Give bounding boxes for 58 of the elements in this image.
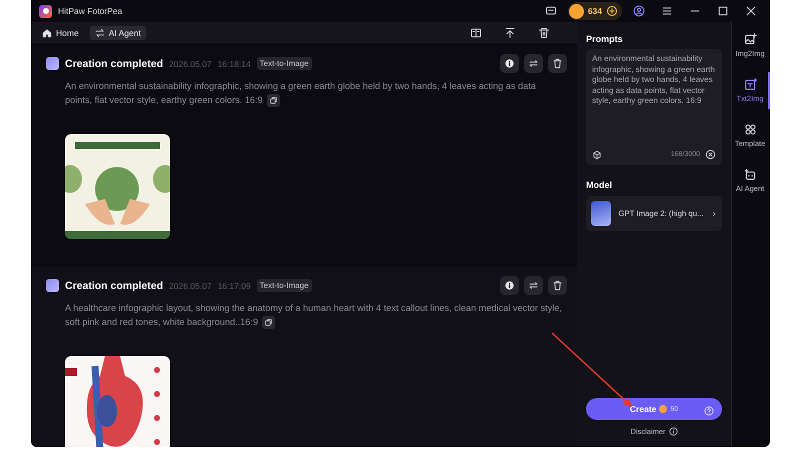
upload-icon [504,26,516,38]
date-text: 2026.05.07 [169,280,212,291]
swap-arrows-icon [528,58,540,69]
type-tag: Text-to-Image [256,57,312,70]
trash-icon [538,26,550,38]
model-thumbnail [591,201,612,226]
menu-icon [661,5,673,17]
text-image-icon [744,78,757,91]
globe-hands-picture[interactable] [65,134,170,240]
chevron-right-icon [710,210,718,218]
prompt-text: An environmental sustainability infographic, showing a green earth globe held by two hands, 4 leaves acting as data points, flat vector style, earthy green colors. 16:9 [65,79,565,108]
app-logo-icon [39,4,52,18]
maximize-icon [717,5,729,17]
delete-button[interactable] [548,54,568,73]
status-title: Creation completed [65,280,164,292]
regenerate-button[interactable] [524,276,544,296]
close-icon [745,5,757,17]
info-button[interactable] [500,54,520,73]
compare-icon [470,26,482,38]
info-icon [504,280,516,292]
add-coins-icon [606,5,618,17]
home-icon [42,28,52,38]
help-icon [704,406,714,416]
coin-icon [659,405,668,413]
status-title: Creation completed [65,58,164,70]
copy-icon [268,96,278,106]
prompt-text: A healthcare infographic layout, showing the anatomy of a human heart with 4 text callout lines, clean medical vector style, soft pink and red tones, white background..16:9 [65,302,563,330]
copy-button[interactable] [262,316,276,330]
grid-icon [744,123,757,136]
swap-icon [94,28,105,38]
prompts-heading: Prompts [586,34,624,44]
trash-icon [552,280,564,292]
copy-button[interactable] [266,94,280,108]
time-text: 16:18:14 [218,58,251,68]
regenerate-button[interactable] [524,54,544,73]
model-heading: Model [586,180,614,190]
result-avatar-icon [46,279,59,292]
info-icon [504,58,516,69]
clear-icon [705,149,716,160]
robot-icon [744,168,757,181]
coin-balance[interactable]: 634 [568,2,622,20]
heart-anatomy-picture[interactable] [65,356,170,447]
result-avatar-icon [46,57,59,70]
delete-button[interactable] [548,276,568,296]
message-icon [544,5,557,17]
image-plus-icon [744,33,757,46]
user-icon [633,5,645,17]
home-tab[interactable]: Home [37,26,84,40]
trash-icon [552,58,564,69]
info-icon [668,427,678,436]
info-button[interactable] [500,276,520,296]
window-title: HitPaw FotorPea [58,6,122,16]
swap-arrows-icon [528,280,540,292]
time-text: 16:17:09 [218,280,251,291]
copy-icon [264,318,274,328]
type-tag: Text-to-Image [256,279,312,292]
date-text: 2026.05.07 [169,58,212,68]
agent-tab[interactable]: AI Agent [90,26,146,40]
